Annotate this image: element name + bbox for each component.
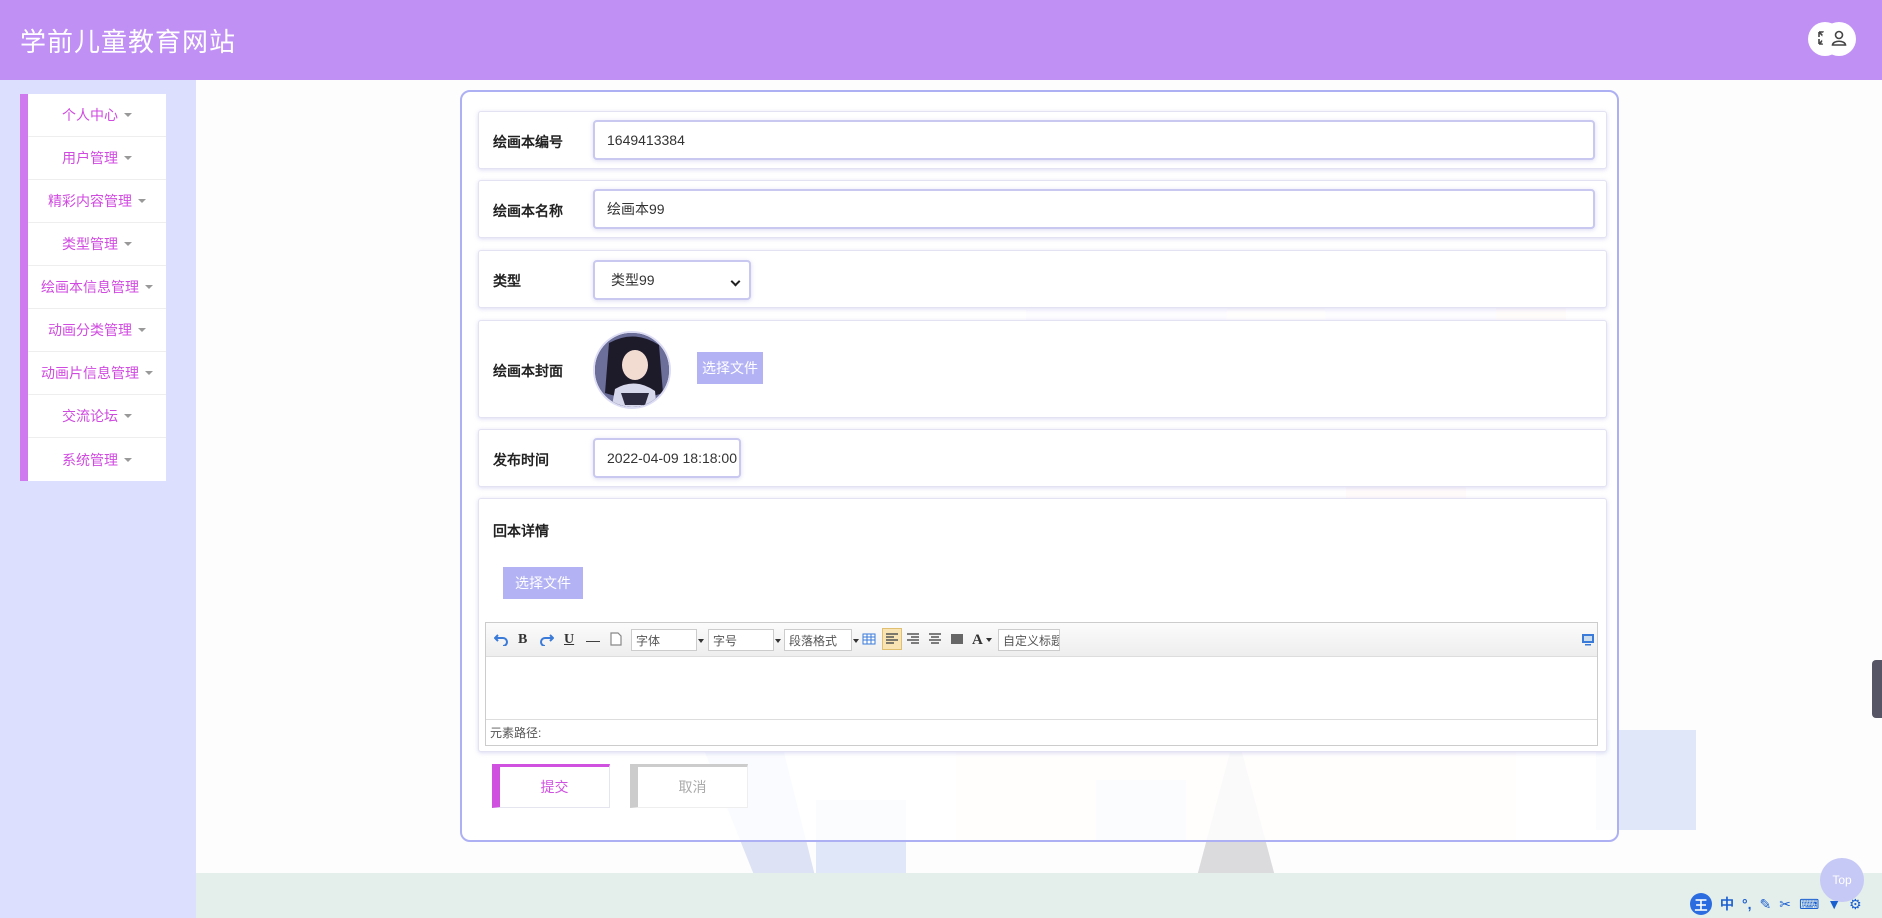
underline-button[interactable]: U bbox=[564, 632, 574, 648]
name-input[interactable]: 绘画本99 bbox=[593, 189, 1595, 229]
table-icon[interactable] bbox=[862, 632, 876, 649]
cover-label: 绘画本封面 bbox=[493, 363, 563, 379]
ime-punctuation-icon[interactable]: °, bbox=[1742, 896, 1752, 912]
caret-down-icon bbox=[124, 156, 132, 160]
paragraph-format-select[interactable]: 段落格式 bbox=[784, 629, 859, 651]
form-row-details: 回本详情 选择文件 B U — 字体 字号 段落格式 A 自定义标题 元素路径: bbox=[478, 498, 1607, 752]
undo-icon[interactable] bbox=[493, 632, 508, 649]
align-center-icon[interactable] bbox=[928, 632, 942, 649]
name-label: 绘画本名称 bbox=[493, 203, 563, 219]
type-label: 类型 bbox=[493, 273, 521, 289]
ime-mode-toggle[interactable]: 中 bbox=[1720, 894, 1734, 914]
footer-band bbox=[196, 873, 1882, 918]
document-icon[interactable] bbox=[610, 632, 622, 649]
sidebar-item-label: 个人中心 bbox=[62, 107, 118, 123]
form-card: 绘画本编号 1649413384 绘画本名称 绘画本99 类型 类型99 绘画本… bbox=[460, 90, 1619, 842]
side-panel-tab[interactable] bbox=[1872, 660, 1882, 718]
type-select[interactable]: 类型99 bbox=[593, 260, 751, 300]
cover-image[interactable] bbox=[593, 331, 671, 409]
sidebar-item-drawing-books[interactable]: 绘画本信息管理 bbox=[28, 266, 166, 309]
form-row-number: 绘画本编号 1649413384 bbox=[478, 111, 1607, 169]
ime-settings-icon[interactable]: ⚙ bbox=[1849, 896, 1862, 913]
sidebar-item-label: 精彩内容管理 bbox=[48, 193, 132, 209]
top-header: 学前儿童教育网站 bbox=[0, 0, 1882, 80]
sidebar-item-personal-center[interactable]: 个人中心 bbox=[28, 94, 166, 137]
sidebar-item-animation-categories[interactable]: 动画分类管理 bbox=[28, 309, 166, 352]
sidebar-item-forum[interactable]: 交流论坛 bbox=[28, 395, 166, 438]
sidebar-item-label: 类型管理 bbox=[62, 236, 118, 252]
publish-time-label: 发布时间 bbox=[493, 452, 549, 468]
align-left-icon[interactable] bbox=[882, 628, 902, 650]
sidebar-item-content[interactable]: 精彩内容管理 bbox=[28, 180, 166, 223]
sidebar-item-users[interactable]: 用户管理 bbox=[28, 137, 166, 180]
bold-button[interactable]: B bbox=[518, 632, 527, 648]
font-color-button[interactable]: A bbox=[972, 632, 983, 648]
editor-toolbar: B U — 字体 字号 段落格式 A 自定义标题 bbox=[486, 623, 1597, 657]
form-row-name: 绘画本名称 绘画本99 bbox=[478, 180, 1607, 238]
sidebar-item-types[interactable]: 类型管理 bbox=[28, 223, 166, 266]
ime-scissors-icon[interactable]: ✂ bbox=[1779, 896, 1791, 913]
form-row-cover: 绘画本封面 选择文件 bbox=[478, 320, 1607, 418]
sidebar-item-label: 交流论坛 bbox=[62, 408, 118, 424]
chevron-down-icon bbox=[730, 276, 741, 287]
details-choose-file-button[interactable]: 选择文件 bbox=[503, 567, 583, 599]
editor-element-path: 元素路径: bbox=[486, 719, 1597, 745]
sidebar-item-label: 系统管理 bbox=[62, 451, 118, 468]
number-input[interactable]: 1649413384 bbox=[593, 120, 1595, 160]
sidebar: 个人中心 用户管理 精彩内容管理 类型管理 绘画本信息管理 动画分类管理 动画片… bbox=[0, 80, 196, 918]
caret-down-icon bbox=[145, 285, 153, 289]
align-justify-icon[interactable] bbox=[950, 632, 964, 649]
ime-pen-icon[interactable]: ✎ bbox=[1760, 896, 1772, 913]
fullscreen-editor-icon[interactable] bbox=[1581, 632, 1595, 649]
font-size-select[interactable]: 字号 bbox=[708, 629, 781, 651]
font-color-dropdown-icon[interactable] bbox=[986, 638, 992, 642]
user-icon bbox=[1830, 29, 1848, 50]
site-title: 学前儿童教育网站 bbox=[20, 26, 237, 57]
form-row-publish-time: 发布时间 2022-04-09 18:18:00 bbox=[478, 429, 1607, 487]
sidebar-item-system[interactable]: 系统管理 bbox=[28, 438, 166, 481]
publish-time-input[interactable]: 2022-04-09 18:18:00 bbox=[593, 438, 741, 478]
ime-logo-icon[interactable]: 王 bbox=[1690, 893, 1712, 915]
rich-text-editor: B U — 字体 字号 段落格式 A 自定义标题 元素路径: bbox=[485, 622, 1598, 746]
redo-icon[interactable] bbox=[540, 632, 555, 649]
cover-choose-file-button[interactable]: 选择文件 bbox=[697, 352, 763, 384]
font-family-select[interactable]: 字体 bbox=[631, 629, 704, 651]
ime-keyboard-icon[interactable]: ⌨ bbox=[1799, 896, 1819, 913]
caret-down-icon bbox=[124, 414, 132, 418]
caret-down-icon bbox=[124, 113, 132, 117]
details-label: 回本详情 bbox=[493, 523, 549, 539]
custom-title-select[interactable]: 自定义标题 bbox=[998, 629, 1060, 651]
form-row-type: 类型 类型99 bbox=[478, 250, 1607, 308]
sidebar-item-label: 用户管理 bbox=[62, 150, 118, 166]
user-button[interactable] bbox=[1822, 22, 1856, 56]
cancel-button[interactable]: 取消 bbox=[630, 764, 748, 808]
sidebar-menu: 个人中心 用户管理 精彩内容管理 类型管理 绘画本信息管理 动画分类管理 动画片… bbox=[20, 94, 166, 481]
align-right-icon[interactable] bbox=[906, 632, 920, 649]
sidebar-item-animations[interactable]: 动画片信息管理 bbox=[28, 352, 166, 395]
ime-skin-icon[interactable]: ▼ bbox=[1827, 896, 1841, 912]
ime-toolbar: 王 中 °, ✎ ✂ ⌨ ▼ ⚙ bbox=[1690, 892, 1880, 916]
horizontal-rule-button[interactable]: — bbox=[586, 632, 600, 648]
caret-down-icon bbox=[124, 242, 132, 246]
editor-content-area[interactable] bbox=[486, 657, 1597, 719]
sidebar-item-label: 动画片信息管理 bbox=[41, 365, 139, 381]
caret-down-icon bbox=[138, 199, 146, 203]
sidebar-item-label: 动画分类管理 bbox=[48, 322, 132, 338]
sidebar-item-label: 绘画本信息管理 bbox=[41, 279, 139, 295]
caret-down-icon bbox=[145, 371, 153, 375]
caret-down-icon bbox=[138, 328, 146, 332]
type-select-value: 类型99 bbox=[611, 272, 655, 288]
caret-down-icon bbox=[124, 457, 132, 462]
number-label: 绘画本编号 bbox=[493, 134, 563, 150]
submit-button[interactable]: 提交 bbox=[492, 764, 610, 808]
